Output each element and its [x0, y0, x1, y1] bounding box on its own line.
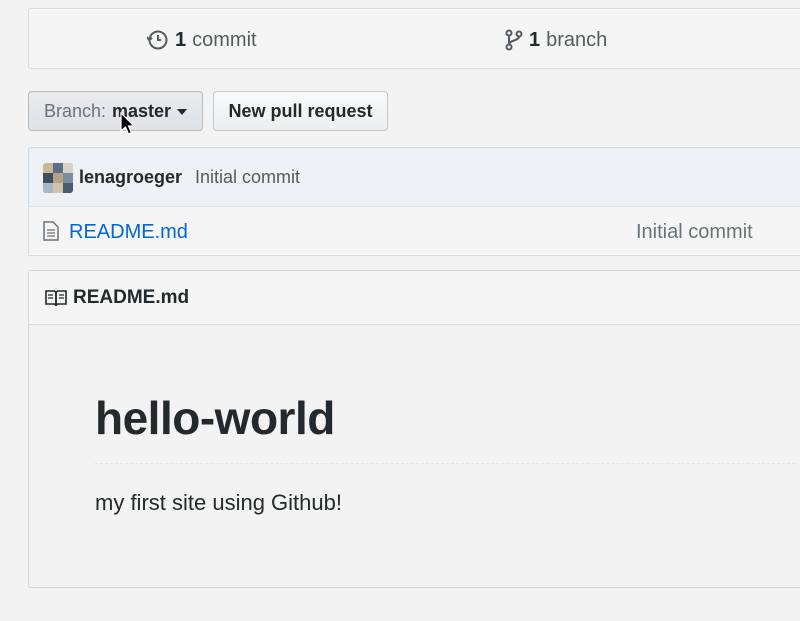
- caret-down-icon: [177, 109, 188, 115]
- commit-author[interactable]: lenagroeger: [79, 167, 182, 188]
- commits-count: 1: [175, 28, 187, 51]
- file-icon: [43, 221, 59, 246]
- book-icon: [45, 289, 67, 312]
- commit-message[interactable]: Initial commit: [195, 167, 300, 188]
- readme-panel: README.md hello-world my first site usin…: [28, 270, 800, 588]
- latest-commit-bar: lenagroeger Initial commit: [28, 147, 800, 207]
- file-row: README.md Initial commit: [28, 206, 800, 256]
- branches-link[interactable]: 1 branch: [505, 28, 607, 52]
- commits-label: commit: [192, 28, 257, 51]
- new-pull-request-button[interactable]: New pull request: [213, 91, 388, 131]
- branches-label: branch: [546, 28, 608, 51]
- repo-summary-bar: 1 commit 1 branch: [28, 8, 800, 69]
- heading-divider: [95, 463, 795, 464]
- commits-link[interactable]: 1 commit: [147, 28, 257, 52]
- readme-paragraph: my first site using Github!: [95, 490, 342, 515]
- file-commit-message[interactable]: Initial commit: [636, 221, 753, 244]
- branches-count: 1: [529, 28, 541, 51]
- mouse-pointer-icon: [120, 111, 136, 141]
- file-name-link[interactable]: README.md: [69, 221, 188, 244]
- readme-title: README.md: [73, 287, 190, 308]
- readme-header: README.md: [29, 271, 800, 325]
- branch-select-button[interactable]: Branch: master: [28, 91, 203, 131]
- avatar[interactable]: [43, 163, 73, 193]
- readme-heading: hello-world: [95, 392, 335, 444]
- branch-select-label: Branch:: [43, 100, 106, 121]
- history-icon: [147, 29, 169, 51]
- branch-icon: [505, 29, 523, 51]
